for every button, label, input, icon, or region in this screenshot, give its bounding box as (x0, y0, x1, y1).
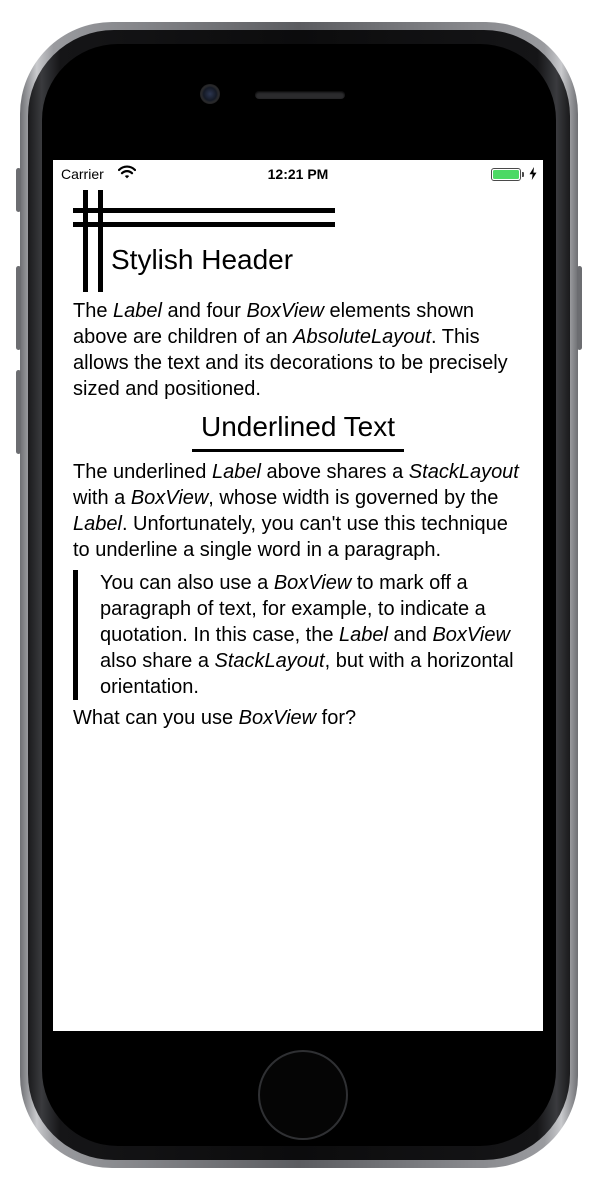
battery-tip (522, 172, 524, 177)
status-bar: Carrier 12:21 PM (53, 160, 543, 188)
underline-bar (192, 449, 404, 452)
quotation-block: You can also use a BoxView to mark off a… (73, 570, 523, 700)
home-button[interactable] (258, 1050, 348, 1140)
underlined-text-block: Underlined Text (73, 410, 523, 452)
front-camera (200, 84, 220, 104)
power-button (577, 266, 582, 350)
charging-bolt-icon (529, 167, 537, 180)
page-content: Stylish Header The Label and four BoxVie… (73, 190, 523, 731)
stylish-header-title: Stylish Header (111, 244, 294, 275)
volume-down-button (16, 370, 21, 454)
quotation-bar (73, 570, 78, 700)
paragraph-stack-layout: The underlined Label above shares a Stac… (73, 461, 519, 561)
header-vertical-bar-left (83, 190, 88, 292)
screen: Carrier 12:21 PM Stylish Header The Labe… (53, 160, 543, 1031)
mute-switch (16, 168, 21, 212)
battery-level (493, 170, 519, 179)
status-time: 12:21 PM (267, 166, 329, 182)
header-vertical-bar-right (98, 190, 103, 292)
header-horizontal-bar-bottom (73, 222, 335, 227)
volume-up-button (16, 266, 21, 350)
header-horizontal-bar-top (73, 208, 335, 213)
earpiece-speaker (255, 91, 345, 99)
paragraph-question: What can you use BoxView for? (73, 707, 357, 729)
underlined-title: Underlined Text (200, 411, 396, 442)
paragraph-absolute-layout: The Label and four BoxView elements show… (73, 300, 508, 400)
quotation-text: You can also use a BoxView to mark off a… (100, 572, 514, 698)
battery-icon (491, 168, 521, 181)
stylish-header: Stylish Header (73, 190, 335, 294)
